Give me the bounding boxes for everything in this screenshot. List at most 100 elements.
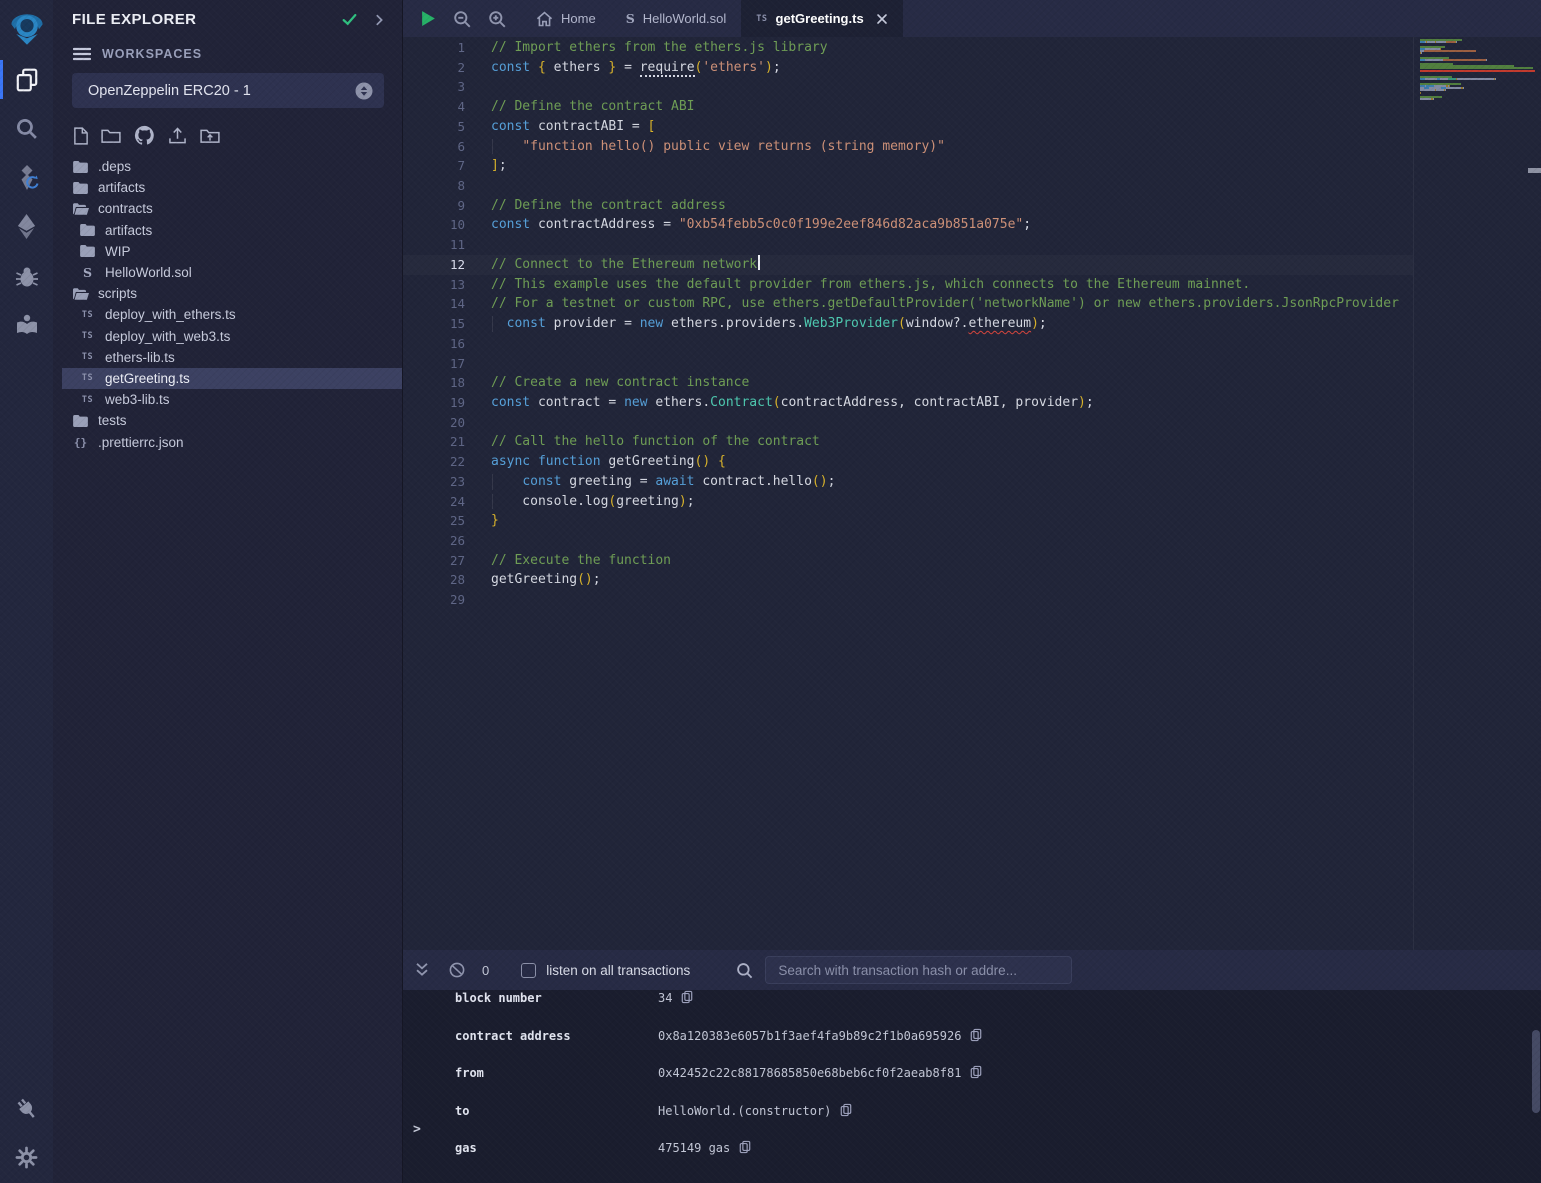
- collapse-chevron-icon[interactable]: [372, 13, 386, 27]
- activity-learneth[interactable]: [0, 300, 53, 349]
- solidity-icon: S: [626, 11, 635, 26]
- tree-item-contracts[interactable]: contracts: [62, 198, 402, 219]
- copy-icon[interactable]: [840, 1103, 852, 1117]
- accept-check-icon[interactable]: [341, 11, 358, 28]
- code-line-12: 12// Connect to the Ethereum network: [403, 255, 1413, 275]
- code-line-26: 26: [403, 531, 1413, 551]
- tree-item-getgreeting-ts[interactable]: TSgetGreeting.ts: [62, 368, 402, 389]
- code-line-4: 4// Define the contract ABI: [403, 97, 1413, 117]
- activity-deploy-run[interactable]: [0, 202, 53, 251]
- copy-icon[interactable]: [970, 1028, 982, 1042]
- terminal-row-value: 0x42452c22c88178685850e68beb6cf0f2aeab8f…: [658, 1066, 961, 1081]
- listen-label: listen on all transactions: [546, 963, 690, 978]
- tree-item-deps[interactable]: .deps: [62, 156, 402, 177]
- clear-console-icon[interactable]: [449, 962, 465, 978]
- folder-icon: [72, 182, 89, 194]
- copy-icon[interactable]: [681, 990, 693, 1004]
- github-icon[interactable]: [134, 125, 155, 146]
- code-line-2: 2const { ethers } = require('ethers');: [403, 58, 1413, 78]
- line-number: 4: [403, 97, 465, 117]
- code-line-19: 19const contract = new ethers.Contract(c…: [403, 393, 1413, 413]
- line-number: 20: [403, 413, 465, 433]
- copy-icon[interactable]: [970, 1065, 982, 1079]
- solidity-icon: S: [79, 265, 96, 280]
- tab-helloworld-sol[interactable]: SHelloWorld.sol: [611, 0, 742, 37]
- tree-item-scripts[interactable]: scripts: [62, 283, 402, 304]
- line-number: 2: [403, 58, 465, 78]
- run-button[interactable]: [421, 10, 436, 27]
- workspace-selector-icon[interactable]: [355, 82, 373, 100]
- terminal-scrollbar[interactable]: [1532, 1030, 1540, 1113]
- tree-item-prettierrc-json[interactable]: {}.prettierrc.json: [62, 431, 402, 452]
- terminal-row-from: from0x42452c22c88178685850e68beb6cf0f2ae…: [403, 1065, 1541, 1103]
- activity-file-explorer[interactable]: [0, 55, 53, 104]
- editor-minimap[interactable]: [1420, 39, 1535, 102]
- workspaces-row: WORKSPACES: [53, 28, 402, 61]
- terminal-row-contract-address: contract address0x8a120383e6057b1f3aef4f…: [403, 1028, 1541, 1066]
- tree-item-deploy-with-web3-ts[interactable]: TSdeploy_with_web3.ts: [62, 326, 402, 347]
- code-line-1: 1// Import ethers from the ethers.js lib…: [403, 38, 1413, 58]
- tree-item-artifacts[interactable]: artifacts: [62, 220, 402, 241]
- zoom-out-button[interactable]: [453, 10, 471, 28]
- new-folder-icon[interactable]: [101, 128, 121, 143]
- line-number: 25: [403, 511, 465, 531]
- copy-icon[interactable]: [739, 1140, 751, 1154]
- activity-settings[interactable]: [0, 1133, 53, 1181]
- zoom-in-button[interactable]: [488, 10, 506, 28]
- activity-bar-bottom: [0, 1085, 53, 1183]
- terminal-row-label: gas: [455, 1141, 658, 1156]
- line-content: // Define the contract address: [465, 196, 726, 216]
- line-content: }: [465, 511, 499, 531]
- code-line-16: 16: [403, 334, 1413, 354]
- upload-folder-icon[interactable]: [200, 128, 220, 143]
- code-line-14: 14// For a testnet or custom RPC, use et…: [403, 294, 1413, 314]
- workspaces-menu-icon[interactable]: [73, 47, 91, 61]
- tree-item-web3-lib-ts[interactable]: TSweb3-lib.ts: [62, 389, 402, 410]
- code-line-8: 8: [403, 176, 1413, 196]
- tab-home[interactable]: Home: [521, 0, 611, 37]
- close-tab-icon[interactable]: [876, 13, 888, 25]
- listen-checkbox[interactable]: [521, 963, 536, 978]
- activity-remix-logo[interactable]: [0, 0, 53, 55]
- activity-bar: [0, 0, 53, 1183]
- remix-ide-window: FILE EXPLORER WORKSPACES OpenZeppelin ER…: [0, 0, 1541, 1183]
- activity-solidity-compiler[interactable]: [0, 153, 53, 202]
- expand-terminal-icon[interactable]: [415, 962, 429, 978]
- horizontal-scrollbar[interactable]: [1528, 168, 1541, 173]
- line-content: [465, 531, 491, 551]
- activity-debugger[interactable]: [0, 251, 53, 300]
- folder-icon: [79, 245, 96, 257]
- editor-tab-bar: HomeSHelloWorld.solTSgetGreeting.ts: [403, 0, 1541, 37]
- upload-file-icon[interactable]: [168, 127, 187, 144]
- activity-plugin-manager[interactable]: [0, 1085, 53, 1133]
- transaction-count: 0: [482, 963, 489, 978]
- minimap-line-14: [1420, 67, 1535, 69]
- tree-item-ethers-lib-ts[interactable]: TSethers-lib.ts: [62, 347, 402, 368]
- folder-icon: [72, 415, 89, 427]
- terminal-row-value: 475149 gas: [658, 1141, 730, 1156]
- line-number: 15: [403, 314, 465, 334]
- line-number: 5: [403, 117, 465, 137]
- code-editor[interactable]: 1// Import ethers from the ethers.js lib…: [403, 37, 1413, 950]
- tab-getgreeting-ts[interactable]: TSgetGreeting.ts: [741, 0, 902, 37]
- line-content: getGreeting();: [465, 570, 601, 590]
- terminal-search-input[interactable]: [765, 956, 1072, 984]
- editor-region: HomeSHelloWorld.solTSgetGreeting.ts 1// …: [403, 0, 1541, 950]
- new-file-icon[interactable]: [74, 127, 88, 145]
- tree-item-wip[interactable]: WIP: [62, 241, 402, 262]
- code-line-24: 24 console.log(greeting);: [403, 492, 1413, 512]
- line-number: 6: [403, 137, 465, 157]
- tree-item-deploy-with-ethers-ts[interactable]: TSdeploy_with_ethers.ts: [62, 304, 402, 325]
- line-number: 3: [403, 77, 465, 97]
- terminal-panel: 0 listen on all transactions block numbe…: [403, 950, 1541, 1183]
- tree-item-helloworld-sol[interactable]: SHelloWorld.sol: [62, 262, 402, 283]
- folder-icon: [72, 161, 89, 173]
- line-number: 19: [403, 393, 465, 413]
- tree-item-artifacts[interactable]: artifacts: [62, 177, 402, 198]
- line-number: 26: [403, 531, 465, 551]
- activity-search[interactable]: [0, 104, 53, 153]
- folder-open-icon: [72, 203, 89, 215]
- line-number: 18: [403, 373, 465, 393]
- tree-item-tests[interactable]: tests: [62, 410, 402, 431]
- workspace-select[interactable]: OpenZeppelin ERC20 - 1: [72, 73, 384, 108]
